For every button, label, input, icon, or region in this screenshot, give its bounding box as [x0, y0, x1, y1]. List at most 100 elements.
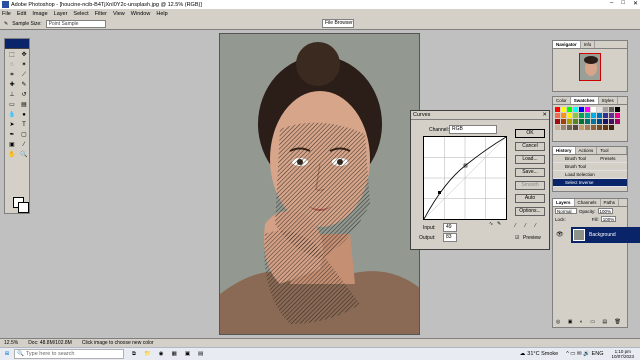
menu-image[interactable]: Image: [32, 11, 47, 17]
menu-layer[interactable]: Layer: [54, 11, 68, 17]
tab-channels[interactable]: Channels: [575, 199, 601, 206]
task-view-icon[interactable]: ⧉: [132, 351, 136, 358]
eyedropper-white-icon[interactable]: ⁄: [535, 223, 536, 229]
tab-swatches[interactable]: Swatches: [570, 97, 599, 104]
excel-icon[interactable]: ▦: [172, 351, 177, 357]
input-field[interactable]: 49: [443, 223, 457, 232]
pencil-mode-icon[interactable]: ✎: [497, 221, 501, 227]
layer-actions-icons[interactable]: ◎ ▣ ◐ ▭ ▤ 🗑: [556, 319, 624, 325]
background-color-swatch[interactable]: [18, 202, 29, 213]
tab-history[interactable]: History: [553, 147, 576, 154]
tray-icons[interactable]: ^ ▭ ✉ 🔊 ENG: [566, 351, 603, 357]
eyedropper-black-icon[interactable]: ⁄: [515, 223, 516, 229]
navigator-thumbnail[interactable]: [579, 53, 601, 81]
channel-select[interactable]: RGB: [449, 125, 497, 134]
blend-mode-select[interactable]: Normal: [555, 208, 577, 214]
tab-tool-presets[interactable]: Tool Presets: [597, 147, 627, 161]
photoshop-taskbar-icon[interactable]: ▤: [198, 351, 203, 357]
chrome-icon[interactable]: ◉: [159, 351, 164, 357]
notes-tool-icon[interactable]: ▣: [6, 140, 18, 150]
menu-bar: File Edit Image Layer Select Filter View…: [0, 9, 640, 18]
history-item-selected[interactable]: Select Inverse: [553, 179, 627, 187]
history-item[interactable]: Load Selection: [553, 171, 627, 179]
eyedropper-tool-icon[interactable]: ✎: [4, 21, 8, 27]
weather-text[interactable]: 31°C Smoke: [527, 351, 558, 357]
tab-actions[interactable]: Actions: [576, 147, 598, 154]
brush-tool-icon[interactable]: ✎: [18, 80, 30, 90]
output-label: Output:: [419, 235, 436, 241]
menu-window[interactable]: Window: [131, 11, 151, 17]
zoom-tool-icon[interactable]: 🔍: [18, 150, 30, 160]
search-box[interactable]: 🔍 Type here to search: [14, 349, 124, 359]
pen-tool-icon[interactable]: ✒: [6, 130, 18, 140]
shape-tool-icon[interactable]: ▢: [18, 130, 30, 140]
weather-icon[interactable]: ☁: [520, 351, 526, 357]
history-item[interactable]: Brush Tool: [553, 163, 627, 171]
menu-view[interactable]: View: [113, 11, 125, 17]
eraser-tool-icon[interactable]: ▭: [6, 100, 18, 110]
menu-help[interactable]: Help: [156, 11, 167, 17]
cancel-button[interactable]: Cancel: [515, 142, 545, 151]
tab-layers[interactable]: Layers: [553, 199, 575, 206]
menu-edit[interactable]: Edit: [17, 11, 26, 17]
camtasia-icon[interactable]: ▣: [185, 351, 190, 357]
hand-tool-icon[interactable]: ✋: [6, 150, 18, 160]
curves-graph[interactable]: [423, 136, 507, 220]
crop-tool-icon[interactable]: ⌗: [6, 70, 18, 80]
status-bar: 12.5% Doc: 48.8M/102.8M Click image to c…: [0, 338, 640, 347]
tab-styles[interactable]: Styles: [599, 97, 618, 104]
load-button[interactable]: Load...: [515, 155, 545, 164]
blur-tool-icon[interactable]: 💧: [6, 110, 18, 120]
auto-button[interactable]: Auto: [515, 194, 545, 203]
type-tool-icon[interactable]: T: [18, 120, 30, 130]
preview-checkbox[interactable]: ☑: [515, 235, 519, 241]
gradient-tool-icon[interactable]: ▤: [18, 100, 30, 110]
status-hint: Click image to choose new color: [81, 340, 154, 346]
dodge-tool-icon[interactable]: ●: [18, 110, 30, 120]
output-field[interactable]: 83: [443, 233, 457, 242]
marquee-tool-icon[interactable]: ⬚: [6, 50, 18, 60]
ok-button[interactable]: OK: [515, 129, 545, 138]
curve-mode-icon[interactable]: ∿: [489, 221, 493, 227]
maximize-button[interactable]: □: [621, 0, 625, 7]
magic-wand-tool-icon[interactable]: ✶: [18, 60, 30, 70]
swatch-grid[interactable]: [553, 105, 627, 141]
tab-navigator[interactable]: Navigator: [553, 41, 581, 48]
healing-brush-tool-icon[interactable]: ✚: [6, 80, 18, 90]
title-bar: Adobe Photoshop - [houcine-ncib-B4TjXnI0…: [0, 0, 640, 9]
tab-paths[interactable]: Paths: [601, 199, 620, 206]
dialog-close-icon[interactable]: ✕: [542, 112, 547, 118]
sample-size-label: Sample Size:: [12, 20, 42, 27]
history-brush-tool-icon[interactable]: ↺: [18, 90, 30, 100]
menu-file[interactable]: File: [2, 11, 11, 17]
fill-field[interactable]: 100%: [600, 216, 617, 222]
options-button[interactable]: Options...: [515, 207, 545, 216]
eyedropper-gray-icon[interactable]: ⁄: [525, 223, 526, 229]
clock[interactable]: 1:10 pm 10/07/2023: [611, 349, 634, 359]
search-icon: 🔍: [17, 351, 24, 357]
slice-tool-icon[interactable]: ⟋: [18, 70, 30, 80]
file-explorer-icon[interactable]: 📁: [144, 351, 151, 357]
windows-start-icon[interactable]: ⊞: [0, 351, 14, 357]
save-button[interactable]: Save...: [515, 168, 545, 177]
close-button[interactable]: ✕: [633, 0, 638, 7]
menu-select[interactable]: Select: [73, 11, 88, 17]
opacity-field[interactable]: 100%: [597, 208, 614, 214]
sample-size-select[interactable]: Point Sample: [45, 19, 106, 28]
path-selection-tool-icon[interactable]: ➤: [6, 120, 18, 130]
move-tool-icon[interactable]: ✥: [18, 50, 30, 60]
tab-color[interactable]: Color: [553, 97, 571, 104]
minimize-button[interactable]: –: [610, 0, 613, 7]
smooth-button[interactable]: Smooth: [515, 181, 545, 190]
toolbox-header[interactable]: [5, 39, 29, 49]
window-title: Adobe Photoshop - [houcine-ncib-B4TjXnI0…: [11, 1, 202, 8]
menu-filter[interactable]: Filter: [95, 11, 107, 17]
file-browser-tab[interactable]: File Browser: [322, 19, 354, 28]
tab-info[interactable]: Info: [581, 41, 596, 48]
eye-visibility-icon[interactable]: 👁: [556, 231, 564, 238]
zoom-level[interactable]: 12.5%: [4, 340, 18, 346]
eyedropper-tool-icon[interactable]: ⁄: [18, 140, 30, 150]
lasso-tool-icon[interactable]: ◌: [6, 60, 18, 70]
clone-stamp-tool-icon[interactable]: ⊥: [6, 90, 18, 100]
document-canvas[interactable]: [219, 33, 420, 335]
